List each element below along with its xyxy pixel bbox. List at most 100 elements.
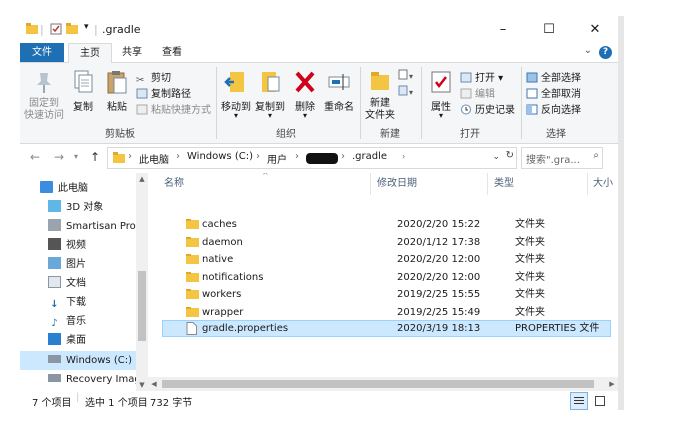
pin-quick-access-button[interactable]: 固定到 快速访问 (24, 69, 64, 122)
rename-button[interactable]: 重命名 (322, 69, 356, 113)
explorer-window: | ▾ | .gradle – ☐ ✕ 文件 主页 共享 查看 ⌄ ? 固定到 … (20, 16, 619, 410)
select-none-button[interactable]: 全部取消 (526, 85, 581, 100)
move-to-button[interactable]: 移动到 ▾ (220, 69, 252, 120)
close-button[interactable]: ✕ (572, 16, 618, 43)
expand-ribbon-icon[interactable]: ⌄ (584, 45, 592, 56)
new-folder-button[interactable]: 新建 文件夹 (364, 69, 396, 122)
properties-button[interactable]: 属性 ▾ (426, 69, 456, 120)
list-row-selected[interactable]: gradle.properties 2020/3/19 18:13 PROPER… (162, 320, 611, 337)
item-count: 7 个项目 (32, 398, 72, 409)
properties-icon (431, 71, 451, 93)
sort-ascending-icon: ^ (262, 173, 269, 180)
properties-quick-icon[interactable] (50, 23, 62, 35)
back-arrow-icon[interactable]: ← (30, 150, 40, 164)
tab-view[interactable]: 查看 (154, 43, 190, 62)
address-dropdown-icon[interactable]: ⌄ (492, 152, 500, 162)
invert-selection-icon (526, 104, 538, 115)
download-icon: ↓ (50, 299, 59, 310)
nav-item-recovery[interactable]: Recovery Imag (20, 370, 148, 389)
scroll-left-icon[interactable]: ◀ (148, 377, 160, 391)
column-header-name[interactable]: 名称 (164, 173, 184, 195)
copy-button[interactable]: 复制 (68, 69, 98, 113)
list-row[interactable]: caches 2020/2/20 15:22 文件夹 (162, 216, 609, 233)
scroll-down-icon[interactable]: ▼ (136, 379, 148, 391)
scroll-right-icon[interactable]: ▶ (606, 377, 618, 391)
copy-path-button[interactable]: 复制路径 (136, 85, 191, 100)
tab-home[interactable]: 主页 (68, 43, 112, 63)
easy-access-icon[interactable]: ▾ (398, 85, 416, 97)
nav-item-videos[interactable]: 视频 (20, 236, 148, 255)
svg-text:▾: ▾ (409, 88, 413, 97)
select-group-label: 选择 (546, 129, 566, 140)
nav-item-this-pc[interactable]: 此电脑 (20, 179, 148, 198)
breadcrumb-gradle[interactable]: .gradle (352, 151, 387, 162)
folder-icon (186, 289, 199, 299)
forward-arrow-icon[interactable]: → (54, 150, 64, 164)
horizontal-scrollbar[interactable]: ◀ ▶ (148, 377, 618, 391)
history-button[interactable]: 历史记录 (460, 101, 515, 116)
select-all-button[interactable]: 全部选择 (526, 69, 581, 84)
column-header-size[interactable]: 大小 (593, 173, 613, 195)
nav-item-documents[interactable]: 文档 (20, 274, 148, 293)
move-to-icon (224, 72, 244, 92)
select-all-icon (526, 72, 538, 83)
nav-item-pictures[interactable]: 图片 (20, 255, 148, 274)
copy-to-button[interactable]: 复制到 ▾ (254, 69, 286, 120)
column-header-date[interactable]: 修改日期 (377, 173, 417, 195)
breadcrumb-redacted-user[interactable] (306, 153, 338, 164)
folder-icon (186, 272, 199, 282)
paste-shortcut-button[interactable]: 粘贴快捷方式 (136, 101, 211, 116)
3d-objects-icon (48, 200, 61, 212)
nav-item-3d-objects[interactable]: 3D 对象 (20, 198, 148, 217)
address-row: ← → ▾ ↑ › 此电脑 › Windows (C:) › 用户 › › .g… (20, 144, 618, 171)
refresh-icon[interactable]: ↻ (506, 150, 514, 161)
maximize-button[interactable]: ☐ (526, 16, 572, 43)
scroll-up-icon[interactable]: ▲ (136, 173, 148, 185)
nav-item-phone[interactable]: Smartisan Pro 2 (20, 217, 148, 236)
nav-item-music[interactable]: ♪ 音乐 (20, 312, 148, 331)
column-header-type[interactable]: 类型 (494, 173, 514, 195)
nav-scrollbar[interactable]: ▲ ▼ (136, 173, 148, 391)
file-list: ^ 名称 修改日期 类型 大小 caches 2020/2/20 15:22 文… (148, 173, 618, 391)
tab-share[interactable]: 共享 (114, 43, 150, 62)
phone-icon (48, 219, 61, 231)
paste-button[interactable]: 粘贴 (102, 69, 132, 113)
details-view-icon[interactable] (570, 392, 588, 410)
up-arrow-icon[interactable]: ↑ (90, 150, 100, 164)
pictures-icon (48, 257, 61, 269)
edit-icon (460, 88, 472, 99)
edit-button[interactable]: 编辑 (460, 85, 495, 100)
breadcrumb-this-pc[interactable]: 此电脑 (139, 151, 169, 166)
breadcrumb-drive[interactable]: Windows (C:) (187, 151, 253, 162)
tab-file[interactable]: 文件 (20, 43, 64, 62)
minimize-button[interactable]: – (480, 16, 526, 43)
folder-icon (26, 23, 38, 34)
folder-icon (186, 237, 199, 247)
recent-locations-icon[interactable]: ▾ (74, 152, 78, 161)
nav-item-downloads[interactable]: ↓ 下载 (20, 293, 148, 312)
new-item-icon[interactable]: ▾ (398, 69, 416, 81)
large-icons-view-icon[interactable] (592, 393, 606, 407)
list-row[interactable]: workers 2019/2/25 15:55 文件夹 (162, 286, 609, 303)
nav-item-desktop[interactable]: 桌面 (20, 331, 148, 350)
list-row[interactable]: notifications 2020/2/20 12:00 文件夹 (162, 269, 609, 286)
invert-selection-button[interactable]: 反向选择 (526, 101, 581, 116)
paste-shortcut-label: 粘贴快捷方式 (151, 105, 211, 116)
new-folder-quick-icon[interactable] (66, 23, 78, 34)
customize-quick-access-icon[interactable]: ▾ (84, 22, 89, 32)
nav-scroll-thumb[interactable] (138, 271, 146, 341)
list-row[interactable]: native 2020/2/20 12:00 文件夹 (162, 251, 609, 268)
cut-button[interactable]: ✂ 剪切 (136, 69, 171, 86)
breadcrumb-users[interactable]: 用户 (267, 151, 287, 166)
search-box[interactable]: 搜索".gra... ⌕ (521, 147, 603, 169)
horizontal-scroll-thumb[interactable] (162, 380, 594, 388)
music-icon: ♪ (51, 318, 58, 329)
delete-button[interactable]: 删除 ▾ (292, 69, 318, 120)
drive-icon (48, 355, 61, 363)
help-icon[interactable]: ? (599, 46, 612, 59)
address-bar[interactable]: › 此电脑 › Windows (C:) › 用户 › › .gradle › … (107, 147, 517, 169)
open-button[interactable]: 打开 ▾ (460, 69, 503, 84)
nav-item-windows-c[interactable]: Windows (C:) (20, 351, 136, 370)
list-row[interactable]: wrapper 2019/2/25 15:49 文件夹 (162, 304, 609, 321)
list-row[interactable]: daemon 2020/1/12 17:38 文件夹 (162, 234, 609, 251)
